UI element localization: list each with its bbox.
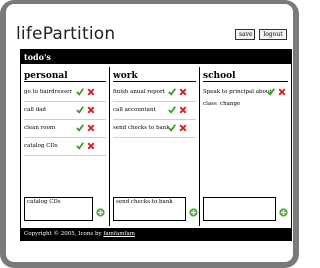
- new-item-input[interactable]: catalog CDs: [24, 197, 93, 221]
- item-label: clean room: [24, 125, 56, 131]
- cross-icon[interactable]: [179, 106, 187, 114]
- item-label: call dad: [24, 107, 46, 113]
- cross-icon[interactable]: [87, 124, 95, 132]
- cross-icon[interactable]: [87, 106, 95, 114]
- divider: [113, 81, 196, 82]
- cross-icon[interactable]: [278, 88, 286, 96]
- logout-button[interactable]: logout: [259, 29, 287, 40]
- item-label: call accountant: [113, 107, 156, 113]
- check-icon[interactable]: [168, 106, 176, 114]
- list-item: go to hairdresser: [24, 84, 106, 102]
- list-item: clean room: [24, 120, 106, 138]
- check-icon[interactable]: [168, 124, 176, 132]
- column-title: work: [113, 71, 138, 81]
- item-label: Speak to principal about: [203, 89, 272, 95]
- column-title: personal: [24, 71, 68, 81]
- check-icon[interactable]: [168, 88, 176, 96]
- check-icon[interactable]: [76, 88, 84, 96]
- window-frame: lifePartition save logout todo's persona…: [0, 0, 299, 268]
- list-item: catalog CDs: [24, 138, 106, 156]
- column-work: work finish anual report call accountant…: [110, 67, 200, 226]
- divider: [203, 81, 288, 82]
- copyright-text: Copyright © 2005, Icons by: [24, 231, 102, 237]
- list-item: call dad: [24, 102, 106, 120]
- new-item-input[interactable]: send checks to bank: [113, 197, 186, 221]
- cross-icon[interactable]: [87, 88, 95, 96]
- icons-credit-link[interactable]: famfamfam: [103, 231, 135, 237]
- add-icon[interactable]: [279, 208, 288, 217]
- save-button[interactable]: save: [235, 29, 255, 40]
- item-label: send checks to bank: [113, 125, 170, 131]
- list-item: Speak to principal about class change: [203, 84, 288, 112]
- check-icon[interactable]: [76, 142, 84, 150]
- list-item: call accountant: [113, 102, 196, 120]
- divider: [24, 81, 106, 82]
- item-continuation: change: [220, 101, 241, 107]
- list-item: finish anual report: [113, 84, 196, 102]
- cross-icon[interactable]: [87, 142, 95, 150]
- new-item-input[interactable]: [203, 197, 276, 221]
- column-personal: personal go to hairdresser call dad clea…: [21, 67, 110, 226]
- add-icon[interactable]: [189, 208, 198, 217]
- check-icon[interactable]: [267, 88, 275, 96]
- check-icon[interactable]: [76, 106, 84, 114]
- add-icon[interactable]: [96, 208, 105, 217]
- app-title: lifePartition: [16, 24, 116, 44]
- item-label: go to hairdresser: [24, 89, 72, 95]
- cross-icon[interactable]: [179, 124, 187, 132]
- column-school: school Speak to principal about class ch…: [200, 67, 291, 226]
- todos-panel: todo's personal go to hairdresser call d…: [20, 49, 292, 241]
- column-title: school: [203, 71, 236, 81]
- list-item: send checks to bank: [113, 120, 196, 138]
- todos-header: todo's: [21, 50, 291, 64]
- item-label: finish anual report: [113, 89, 165, 95]
- app-container: lifePartition save logout todo's persona…: [6, 4, 293, 262]
- item-continuation: class: [203, 101, 217, 107]
- cross-icon[interactable]: [179, 88, 187, 96]
- check-icon[interactable]: [76, 124, 84, 132]
- footer: Copyright © 2005, Icons by famfamfam: [21, 228, 291, 241]
- item-label: catalog CDs: [24, 143, 58, 149]
